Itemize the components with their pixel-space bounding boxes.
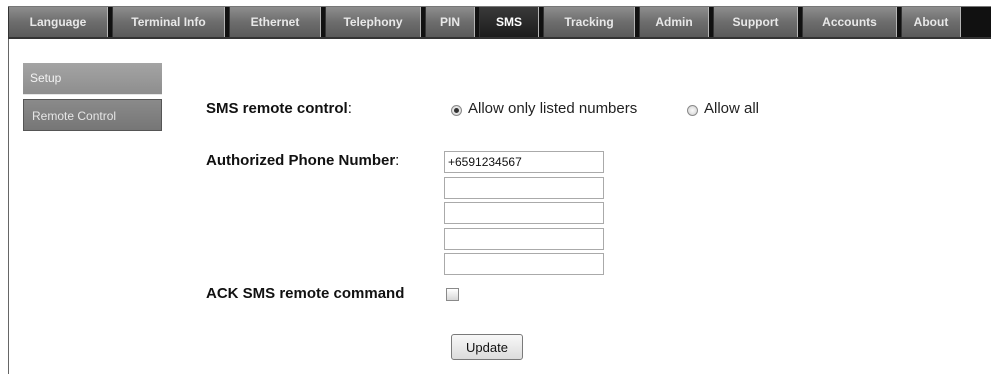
tab-tracking[interactable]: Tracking — [543, 7, 635, 37]
sidebar-item-remote-control[interactable]: Remote Control — [23, 99, 162, 131]
tab-pin[interactable]: PIN — [425, 7, 475, 37]
sms-remote-control-label-text: SMS remote control — [206, 100, 348, 117]
radio-allow-listed-label: Allow only listed numbers — [468, 100, 638, 117]
content-left-border — [8, 39, 9, 374]
main-tab-bar: Language Terminal Info Ethernet Telephon… — [8, 6, 991, 37]
tab-telephony[interactable]: Telephony — [325, 7, 421, 37]
tab-accounts[interactable]: Accounts — [802, 7, 897, 37]
phone-number-field-5[interactable] — [444, 253, 604, 275]
authorized-phone-label: Authorized Phone Number: — [206, 152, 399, 169]
radio-allow-all-label: Allow all — [704, 100, 760, 117]
tab-ethernet[interactable]: Ethernet — [229, 7, 321, 37]
update-button[interactable]: Update — [451, 334, 523, 360]
tab-admin[interactable]: Admin — [639, 7, 709, 37]
phone-number-field-1[interactable] — [444, 151, 604, 173]
ack-sms-label: ACK SMS remote command — [206, 285, 405, 302]
phone-number-field-4[interactable] — [444, 228, 604, 250]
phone-number-field-3[interactable] — [444, 202, 604, 224]
authorized-phone-label-text: Authorized Phone Number — [206, 152, 396, 169]
ack-sms-checkbox[interactable] — [446, 288, 459, 301]
tab-bar-underline — [8, 37, 991, 39]
tab-terminal-info[interactable]: Terminal Info — [112, 7, 225, 37]
tab-support[interactable]: Support — [713, 7, 798, 37]
tab-language[interactable]: Language — [8, 7, 108, 37]
sms-remote-control-label: SMS remote control: — [206, 100, 352, 117]
authorized-phone-label-colon: : — [395, 152, 400, 169]
radio-allow-all[interactable] — [687, 105, 698, 116]
radio-allow-listed[interactable] — [451, 105, 462, 116]
tab-sms[interactable]: SMS — [479, 7, 539, 37]
sidebar-item-setup[interactable]: Setup — [23, 63, 162, 95]
tab-about[interactable]: About — [901, 7, 961, 37]
phone-number-field-2[interactable] — [444, 177, 604, 199]
sms-remote-control-label-colon: : — [347, 100, 352, 117]
tab-list: Language Terminal Info Ethernet Telephon… — [8, 7, 961, 37]
